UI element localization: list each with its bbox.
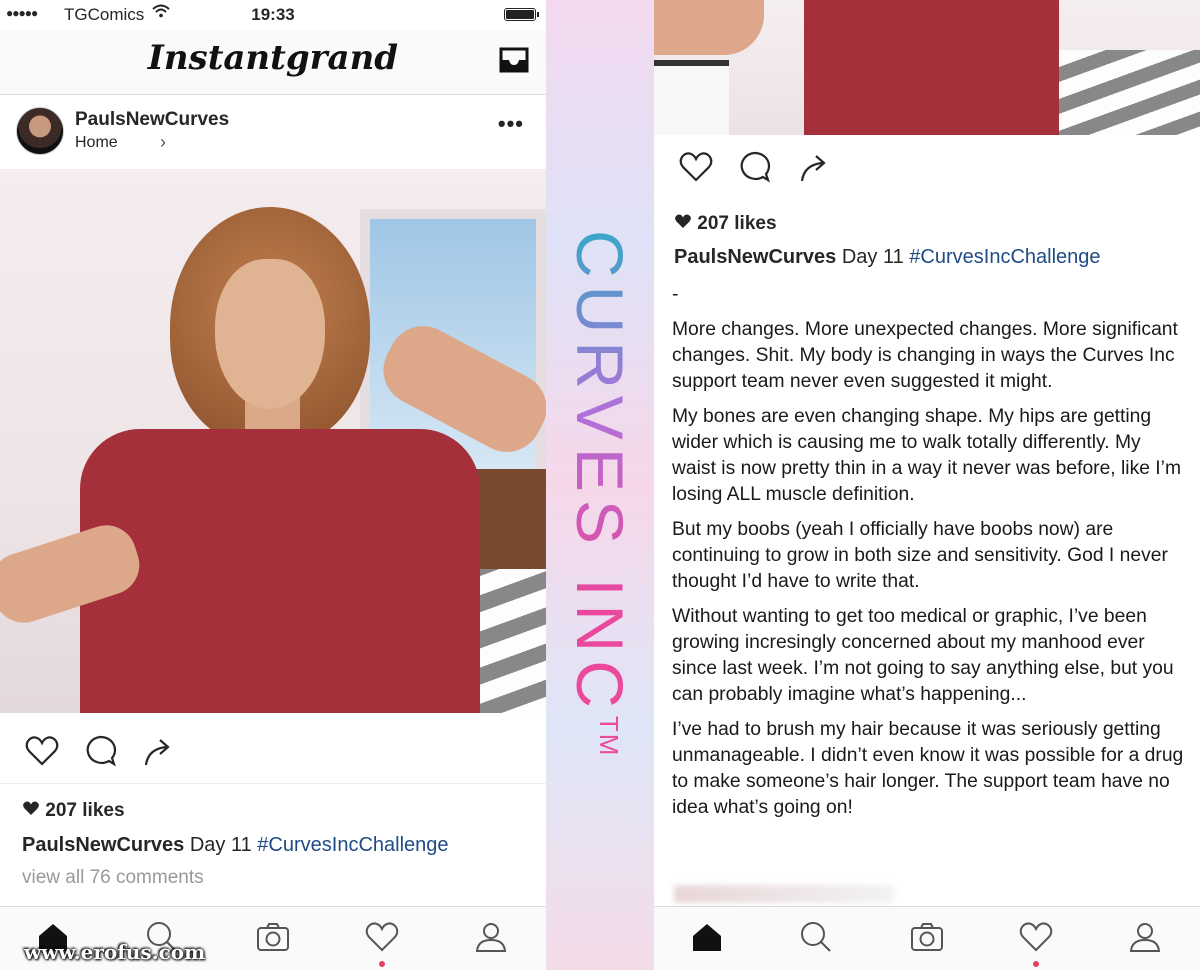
caption-body: - More changes. More unexpected changes.… (672, 282, 1188, 830)
photo-shirt (80, 429, 480, 713)
caption-paragraph: But my boobs (yeah I officially have boo… (672, 519, 1168, 592)
notification-dot (379, 961, 385, 967)
clock: 19:33 (251, 5, 295, 24)
share-icon[interactable] (140, 733, 176, 769)
photo-bed (1059, 50, 1200, 135)
caption-paragraph: My bones are even changing shape. My hip… (672, 406, 1182, 505)
left-screen: ●●●●● TGComics 19:33 Instantgrand PaulsN… (0, 0, 546, 970)
comment-icon[interactable] (82, 733, 118, 769)
post-caption: PaulsNewCurves Day 11 #CurvesIncChalleng… (22, 834, 449, 857)
caption-text: Day 11 (836, 246, 910, 268)
share-icon[interactable] (796, 149, 832, 185)
status-bar: ●●●●● TGComics 19:33 (0, 0, 546, 30)
activity-heart-icon[interactable] (364, 919, 400, 955)
right-screen: 207 likes PaulsNewCurves Day 11 #CurvesI… (654, 0, 1200, 970)
brand-name: CURVES INC (563, 230, 637, 716)
caption-hashtag[interactable]: #CurvesIncChallenge (257, 834, 448, 856)
battery-icon (504, 8, 539, 21)
profile-icon[interactable] (1127, 919, 1163, 955)
tab-bar (654, 906, 1200, 970)
caption-paragraph: I’ve had to brush my hair because it was… (672, 719, 1184, 818)
caption-dash: - (672, 284, 679, 305)
likes-count[interactable]: 207 likes (22, 800, 125, 822)
comment-icon[interactable] (736, 149, 772, 185)
caption-username[interactable]: PaulsNewCurves (674, 246, 836, 268)
watermark: www.erofus.com (24, 940, 206, 964)
home-icon[interactable] (689, 919, 725, 955)
photo-face (215, 259, 325, 409)
more-icon[interactable]: ••• (498, 111, 524, 137)
heart-icon[interactable] (678, 149, 714, 185)
post-caption: PaulsNewCurves Day 11 #CurvesIncChalleng… (674, 246, 1101, 269)
likes-label: 207 likes (45, 800, 125, 821)
caption-username[interactable]: PaulsNewCurves (22, 834, 184, 856)
post-photo-cropped[interactable] (654, 0, 1200, 135)
notification-dot (1033, 961, 1039, 967)
likes-label: 207 likes (697, 213, 777, 234)
camera-icon[interactable] (255, 919, 291, 955)
inbox-icon[interactable] (498, 46, 530, 74)
photo-arm (654, 0, 764, 55)
caption-hashtag[interactable]: #CurvesIncChallenge (909, 246, 1100, 268)
heart-filled-icon (675, 214, 691, 228)
search-icon[interactable] (798, 919, 834, 955)
activity-heart-icon[interactable] (1018, 919, 1054, 955)
heart-icon[interactable] (24, 733, 60, 769)
view-comments-link[interactable]: view all 76 comments (22, 867, 204, 889)
chevron-right-icon: › (160, 132, 166, 152)
caption-paragraph: More changes. More unexpected changes. M… (672, 319, 1178, 392)
post-username[interactable]: PaulsNewCurves (75, 109, 229, 131)
brand-title: CURVES INCTM (562, 230, 638, 757)
post-actions (654, 135, 1200, 205)
photo-shelf (654, 60, 729, 135)
heart-filled-icon (23, 801, 39, 815)
post-header: PaulsNewCurves Home › ••• (0, 95, 546, 169)
app-logo: Instantgrand (147, 38, 399, 78)
blurred-comment (674, 885, 894, 903)
caption-text: Day 11 (184, 834, 258, 856)
avatar[interactable] (16, 107, 64, 155)
post-photo[interactable] (0, 169, 546, 713)
camera-icon[interactable] (909, 919, 945, 955)
brand-band: CURVES INCTM (546, 0, 654, 970)
likes-count[interactable]: 207 likes (674, 213, 777, 235)
post-actions (0, 713, 546, 784)
brand-tm: TM (594, 715, 624, 758)
app-header: Instantgrand (0, 30, 546, 95)
caption-paragraph: Without wanting to get too medical or gr… (672, 606, 1174, 705)
post-location[interactable]: Home (75, 134, 118, 152)
profile-icon[interactable] (473, 919, 509, 955)
photo-shirt (804, 0, 1059, 135)
